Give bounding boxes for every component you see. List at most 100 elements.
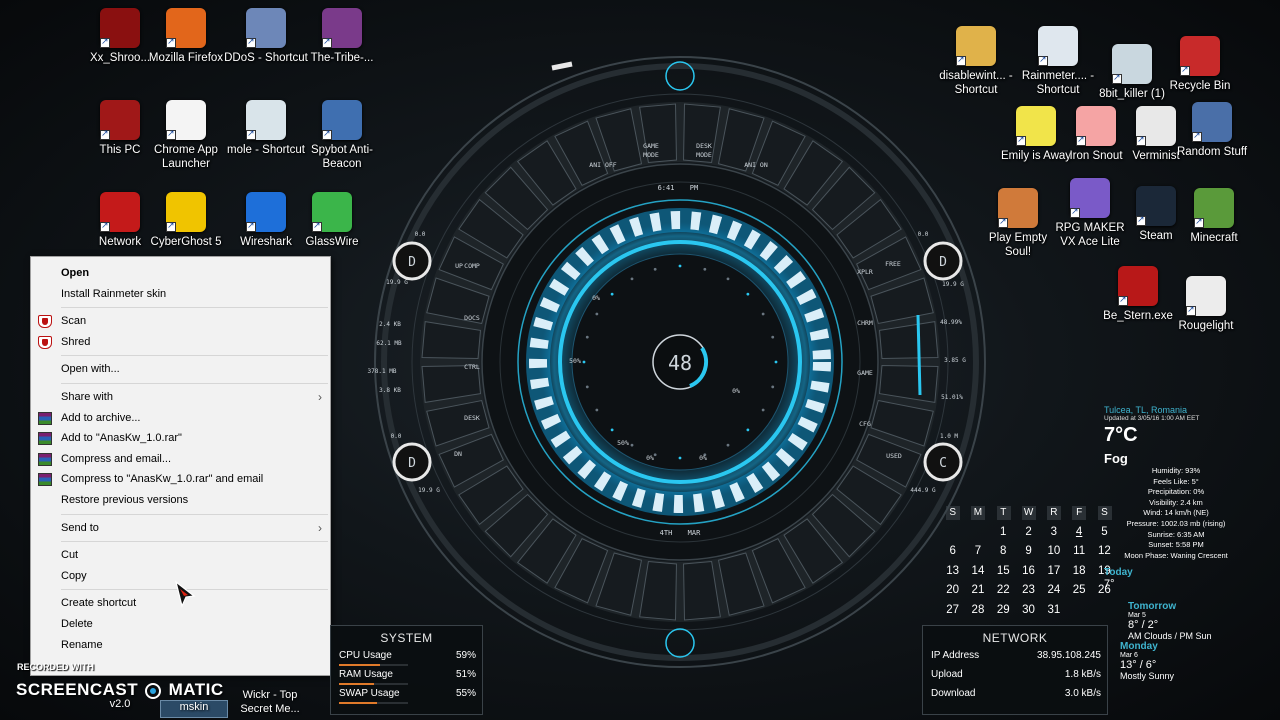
menu-separator xyxy=(61,307,328,309)
weather-detail-line: Precipitation: 0% xyxy=(1147,487,1205,497)
hud-dot xyxy=(653,267,657,271)
menu-compress-rar-email[interactable]: Compress to "AnasKw_1.0.rar" and email xyxy=(31,469,330,490)
calendar-day: 28 xyxy=(971,603,985,616)
hud-dot xyxy=(653,453,657,457)
desktop-icon-mozilla-firefox[interactable]: Mozilla Firefox xyxy=(144,8,228,65)
hud-date-month: MAR xyxy=(688,529,701,537)
menu-add-rar[interactable]: Add to "AnasKw_1.0.rar" xyxy=(31,428,330,449)
calendar-day-header: T xyxy=(991,503,1016,523)
hud-dot xyxy=(746,428,750,432)
desktop-icon-label: DDoS - Shortcut xyxy=(224,52,308,64)
context-menu: Open Install Rainmeter skin Scan Shred O… xyxy=(30,256,331,676)
menu-compress-email-label: Compress and email... xyxy=(61,452,172,465)
weather-today-temp: 7° xyxy=(1104,578,1115,591)
winrar-icon xyxy=(38,432,52,446)
weather-detail-line: Sunrise: 6:35 AM xyxy=(1147,529,1205,539)
hud-right-used: USED xyxy=(886,452,902,460)
menu-cut[interactable]: Cut xyxy=(31,545,330,566)
menu-rename[interactable]: Rename xyxy=(31,635,330,656)
bottom-label-wickr[interactable]: Wickr - Top Secret Me... xyxy=(238,688,302,716)
desktop-icon-recycle-bin[interactable]: Recycle Bin xyxy=(1158,36,1242,93)
winrar-icon xyxy=(38,452,52,466)
shortcut-arrow-icon xyxy=(166,36,176,48)
calendar-day-header: F xyxy=(1066,503,1091,523)
hud-right-stat: 1.0 M xyxy=(940,433,958,440)
desktop-icon-cyberghost-5[interactable]: CyberGhost 5 xyxy=(144,192,228,249)
menu-send-to[interactable]: Send to › xyxy=(31,518,330,539)
left-drive-2-letter: D xyxy=(408,456,416,471)
hud-dot xyxy=(595,408,599,412)
calendar-day: 15 xyxy=(996,564,1010,577)
hud-btn-game-mode-b: MODE xyxy=(643,151,659,159)
hud-right-free: FREE xyxy=(885,260,901,268)
hud-btn-ctrl: CTRL xyxy=(464,363,480,371)
hud-left-stat: 19.9 G xyxy=(418,487,440,494)
network-row-value: 3.0 kB/s xyxy=(1064,688,1101,699)
shortcut-arrow-icon xyxy=(100,220,110,232)
menu-open[interactable]: Open xyxy=(31,263,330,284)
weather-tomorrow-temp: 8° / 2° xyxy=(1128,619,1159,632)
shortcut-arrow-icon xyxy=(1186,304,1196,316)
calendar-today: 4 xyxy=(1075,525,1083,538)
weather-monday-label: Monday xyxy=(1120,641,1158,653)
menu-install-skin[interactable]: Install Rainmeter skin xyxy=(31,284,330,305)
menu-add-archive[interactable]: Add to archive... xyxy=(31,408,330,429)
desktop-icon-rougelight[interactable]: Rougelight xyxy=(1164,276,1248,333)
desktop-icon-random-stuff[interactable]: Random Stuff xyxy=(1170,102,1254,159)
shortcut-arrow-icon xyxy=(1118,294,1128,306)
weather-tomorrow-label: Tomorrow xyxy=(1128,601,1177,613)
menu-compress-email[interactable]: Compress and email... xyxy=(31,449,330,470)
weather-detail-line: Visibility: 2.4 km xyxy=(1149,497,1203,507)
hud-percent-mark: 0% xyxy=(592,294,600,302)
be-stern-exe-icon xyxy=(1118,266,1158,306)
mozilla-firefox-icon xyxy=(166,8,206,48)
system-row-ram-usage: RAM Usage 51% xyxy=(331,667,482,686)
random-stuff-icon xyxy=(1192,102,1232,142)
cyberghost-5-icon xyxy=(166,192,206,232)
weather-detail-line: Pressure: 1002.03 mb (rising) xyxy=(1126,518,1226,528)
shortcut-arrow-icon xyxy=(246,220,256,232)
weather-detail-line: Moon Phase: Waning Crescent xyxy=(1124,550,1228,560)
hud-dot xyxy=(610,292,614,296)
steam-icon xyxy=(1136,186,1176,226)
desktop-icon-chrome-app-launcher[interactable]: Chrome App Launcher xyxy=(144,100,228,171)
winrar-icon xyxy=(38,473,52,487)
rpg-maker-vx-ace-lite-icon xyxy=(1070,178,1110,218)
desktop-icon-ddos-shortcut[interactable]: DDoS - Shortcut xyxy=(224,8,308,65)
shortcut-arrow-icon xyxy=(1192,130,1202,142)
bottom-label-mskin[interactable]: mskin xyxy=(160,700,228,718)
hud-btn-desk: DESK xyxy=(464,414,480,422)
menu-restore[interactable]: Restore previous versions xyxy=(31,490,330,511)
shortcut-arrow-icon xyxy=(322,36,332,48)
desktop-icon-mole-shortcut[interactable]: mole - Shortcut xyxy=(224,100,308,157)
calendar-day: 21 xyxy=(971,584,985,596)
menu-open-with[interactable]: Open with... xyxy=(31,359,330,380)
menu-send-to-label: Send to xyxy=(61,521,99,534)
menu-delete[interactable]: Delete xyxy=(31,614,330,635)
hud-left-stat: 0.0 xyxy=(391,433,402,440)
network-icon xyxy=(100,192,140,232)
weather-location: Tulcea, TL, Romania xyxy=(1104,405,1188,415)
system-row-swap-usage: SWAP Usage 55% xyxy=(331,686,482,705)
menu-share-with[interactable]: Share with › xyxy=(31,387,330,408)
desktop-icon-rainmeter-shortcut[interactable]: Rainmeter.... - Shortcut xyxy=(1016,26,1100,97)
calendar-week: 20 21 22 23 24 25 26 xyxy=(940,581,1120,601)
shortcut-arrow-icon xyxy=(246,128,256,140)
calendar-widget: S M T W R F S 1 2 3 4 5 6 7 8 9 10 11 12 13 14 15 16 17 18 19 20 21… xyxy=(940,503,1120,620)
hud-right-stat: 51.01% xyxy=(941,394,963,401)
hud-right-stat: 19.9 G xyxy=(942,281,964,288)
hud-percent-mark: 0% xyxy=(646,454,654,462)
menu-scan-label: Scan xyxy=(61,315,87,328)
hud-percent-mark: 0% xyxy=(699,454,707,462)
system-row-bar xyxy=(339,664,408,666)
desktop-icon-minecraft[interactable]: Minecraft xyxy=(1172,188,1256,245)
hud-left-stat: 62.1 MB xyxy=(376,340,402,347)
menu-scan[interactable]: Scan xyxy=(31,311,330,332)
calendar-day xyxy=(940,523,965,543)
wireshark-icon xyxy=(246,192,286,232)
spybot-shield-icon xyxy=(38,335,52,349)
this-pc-icon xyxy=(100,100,140,140)
menu-add-rar-label: Add to "AnasKw_1.0.rar" xyxy=(61,432,182,445)
shortcut-arrow-icon xyxy=(100,128,110,140)
menu-shred[interactable]: Shred xyxy=(31,332,330,353)
